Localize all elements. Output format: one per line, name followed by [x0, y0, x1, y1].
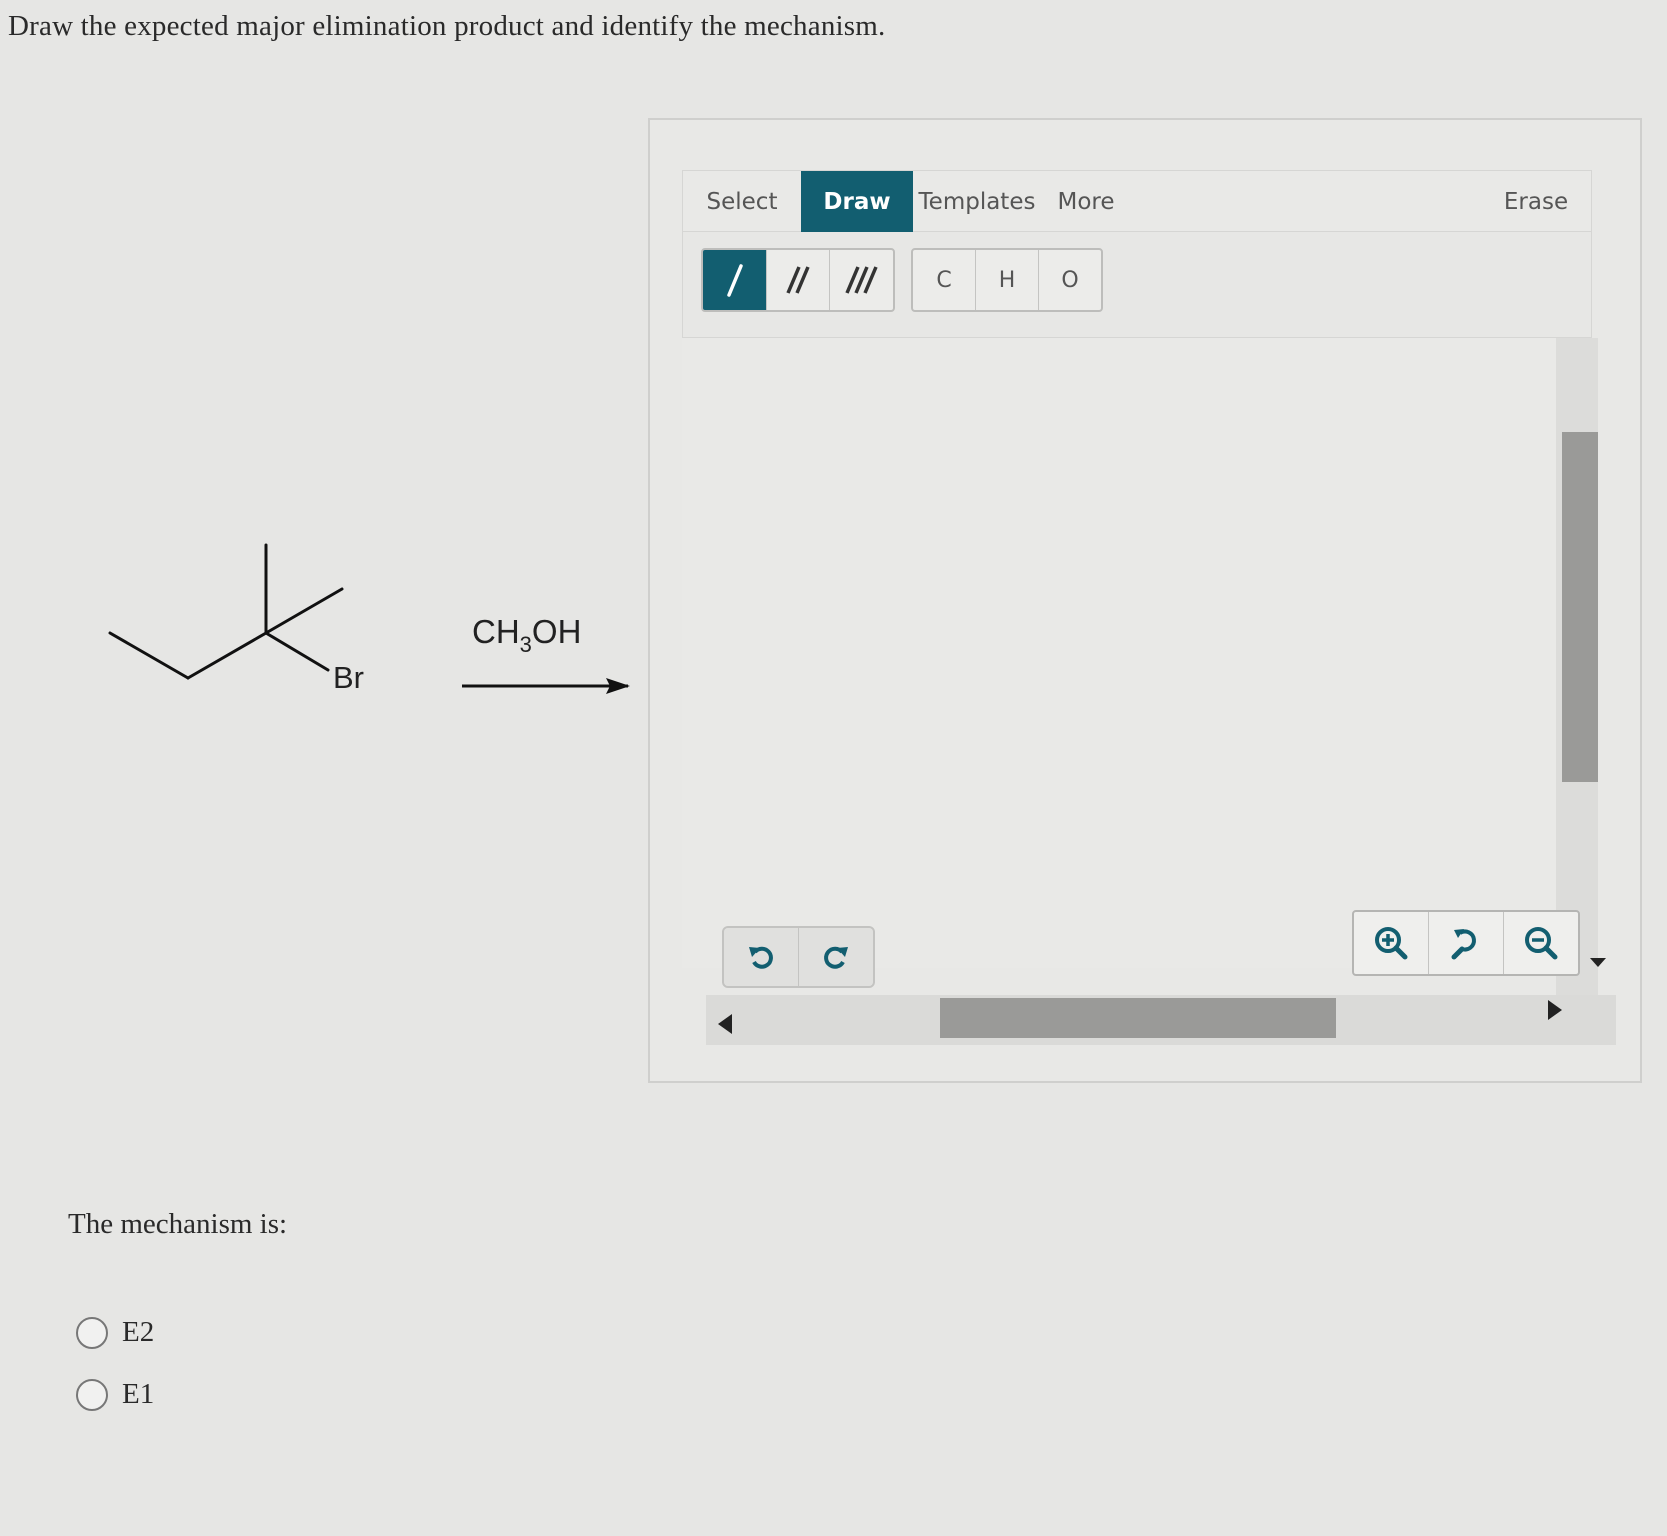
bond-tool-group	[701, 248, 895, 312]
redo-icon	[824, 946, 848, 969]
zoom-out-icon	[1525, 927, 1558, 960]
zoom-in-button[interactable]	[1354, 912, 1429, 974]
option-e1[interactable]: E1	[76, 1378, 154, 1411]
radio-e2[interactable]	[76, 1316, 108, 1349]
vertical-scroll-thumb[interactable]	[1562, 432, 1598, 782]
option-e2[interactable]: E2	[76, 1316, 154, 1349]
editor-tab-bar: Select Draw Templates More Erase	[682, 170, 1592, 233]
horizontal-scroll-thumb[interactable]	[940, 998, 1336, 1038]
undo-icon	[749, 946, 773, 969]
scroll-left-icon[interactable]	[718, 1014, 732, 1034]
bond	[108, 631, 190, 680]
reaction-arrow	[462, 678, 630, 694]
bond	[186, 631, 268, 680]
option-e1-label: E1	[122, 1378, 155, 1410]
atom-c-button[interactable]: C	[913, 250, 976, 310]
question-text: Draw the expected major elimination prod…	[8, 10, 886, 42]
single-bond-button[interactable]	[703, 250, 767, 310]
tab-draw[interactable]: Draw	[801, 171, 913, 233]
atom-o-button[interactable]: O	[1039, 250, 1101, 310]
drawing-canvas[interactable]	[682, 338, 1562, 968]
zoom-group	[1352, 910, 1580, 976]
zoom-reset-button[interactable]	[1429, 912, 1504, 974]
double-bond-button[interactable]	[767, 250, 831, 310]
bond	[264, 631, 330, 672]
erase-button[interactable]: Erase	[1493, 171, 1579, 233]
bromine-label: Br	[333, 660, 364, 695]
redo-button[interactable]	[799, 928, 873, 986]
bond	[264, 587, 344, 635]
triple-bond-icon	[845, 266, 878, 294]
option-e2-label: E2	[122, 1316, 155, 1348]
structure-editor: Select Draw Templates More Erase C H O	[648, 118, 1642, 1083]
atom-tool-group: C H O	[911, 248, 1103, 312]
tab-templates[interactable]: Templates	[913, 171, 1041, 233]
zoom-out-button[interactable]	[1504, 912, 1578, 974]
zoom-in-icon	[1375, 927, 1408, 960]
tab-select[interactable]: Select	[683, 171, 801, 233]
chevron-down-icon[interactable]	[1590, 958, 1606, 967]
triple-bond-button[interactable]	[830, 250, 893, 310]
history-group	[722, 926, 875, 988]
tab-more[interactable]: More	[1043, 171, 1129, 233]
single-bond-icon	[727, 264, 744, 297]
scroll-right-icon[interactable]	[1548, 1000, 1562, 1020]
undo-button[interactable]	[724, 928, 799, 986]
editor-toolbar: C H O	[682, 232, 1592, 338]
radio-e1[interactable]	[76, 1378, 108, 1411]
reagent-label: CH3OH	[472, 613, 581, 657]
mechanism-prompt: The mechanism is:	[68, 1208, 288, 1240]
atom-h-button[interactable]: H	[976, 250, 1039, 310]
zoom-reset-icon	[1451, 929, 1476, 960]
reaction-scheme: Br CH3OH	[108, 543, 630, 695]
reactant-molecule	[108, 543, 344, 680]
double-bond-icon	[786, 266, 810, 294]
